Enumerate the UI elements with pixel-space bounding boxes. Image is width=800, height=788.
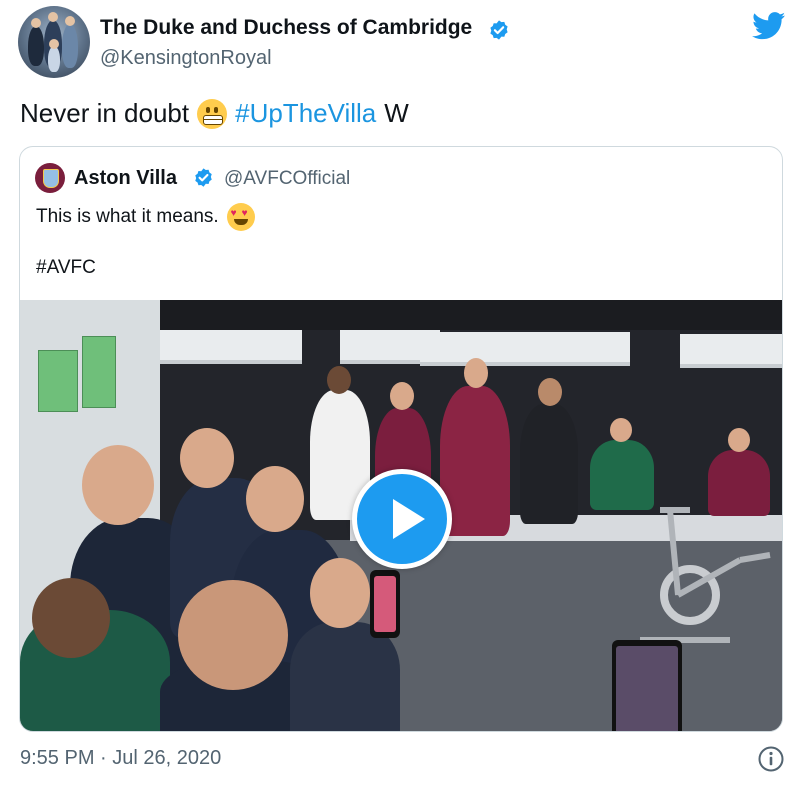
- info-icon[interactable]: [758, 746, 784, 772]
- video-person-head: [610, 418, 632, 442]
- play-button[interactable]: [352, 469, 452, 569]
- quoted-author-avatar[interactable]: [35, 163, 65, 193]
- video-person-head: [728, 428, 750, 452]
- video-scene-shelf: [680, 334, 782, 368]
- verified-badge-icon: [195, 168, 212, 187]
- quoted-author-handle[interactable]: @AVFCOfficial: [224, 168, 350, 190]
- video-phone: [612, 640, 682, 731]
- play-icon: [393, 499, 425, 539]
- video-person-head: [178, 580, 288, 690]
- author-name[interactable]: The Duke and Duchess of Cambridge: [100, 16, 472, 40]
- avatar-head: [49, 39, 59, 49]
- quoted-tweet-text: This is what it means.: [36, 206, 219, 227]
- tweet-timestamp[interactable]: 9:55 PM · Jul 26, 2020: [20, 747, 221, 770]
- video-exercise-bike: [640, 507, 771, 643]
- tweet-card: The Duke and Duchess of Cambridge @Kensi…: [0, 0, 800, 788]
- heart-eyes-face-icon: ♥ ♥: [226, 203, 255, 231]
- video-person-head: [464, 358, 488, 388]
- avatar-figure: [28, 26, 44, 66]
- quoted-tweet-hashtag[interactable]: #AVFC: [36, 257, 96, 279]
- video-scene-shelf: [152, 330, 302, 364]
- quoted-author-name[interactable]: Aston Villa: [74, 167, 177, 190]
- video-person-head: [32, 578, 110, 658]
- author-avatar[interactable]: [18, 6, 90, 78]
- video-person-head: [538, 378, 562, 406]
- video-scene-notice-board: [82, 336, 116, 408]
- hashtag-link[interactable]: #UpTheVilla: [235, 98, 376, 129]
- grimacing-face-icon: [197, 98, 228, 129]
- video-person-head: [327, 366, 351, 394]
- video-scene-notice-board: [38, 350, 78, 412]
- tweet-body: Never in doubt #UpTheVilla W: [20, 98, 409, 129]
- video-scene-ceiling: [150, 300, 782, 330]
- quoted-tweet[interactable]: Aston Villa @AVFCOfficial This is what i…: [19, 146, 783, 732]
- video-person: [520, 404, 578, 524]
- avatar-head: [65, 16, 75, 26]
- video-person-head: [246, 466, 304, 532]
- video-phone: [370, 570, 400, 638]
- tweet-text-suffix: W: [384, 98, 409, 128]
- video-scene-shelf: [420, 332, 630, 366]
- video-person-head: [310, 558, 370, 628]
- quoted-tweet-body: This is what it means. ♥ ♥: [36, 203, 263, 231]
- video-player[interactable]: [20, 300, 782, 731]
- avatar-figure: [48, 46, 60, 72]
- tweet-text: Never in doubt: [20, 98, 190, 128]
- verified-badge-icon: [490, 20, 508, 40]
- avatar-head: [31, 18, 41, 28]
- twitter-logo-icon[interactable]: [752, 12, 786, 40]
- avatar-head: [48, 12, 58, 22]
- club-crest-icon: [43, 169, 59, 188]
- avatar-figure: [62, 24, 78, 68]
- author-handle[interactable]: @KensingtonRoyal: [100, 47, 272, 70]
- video-person-head: [82, 445, 154, 525]
- video-person-head: [390, 382, 414, 410]
- video-person: [290, 622, 400, 731]
- video-person-head: [180, 428, 234, 488]
